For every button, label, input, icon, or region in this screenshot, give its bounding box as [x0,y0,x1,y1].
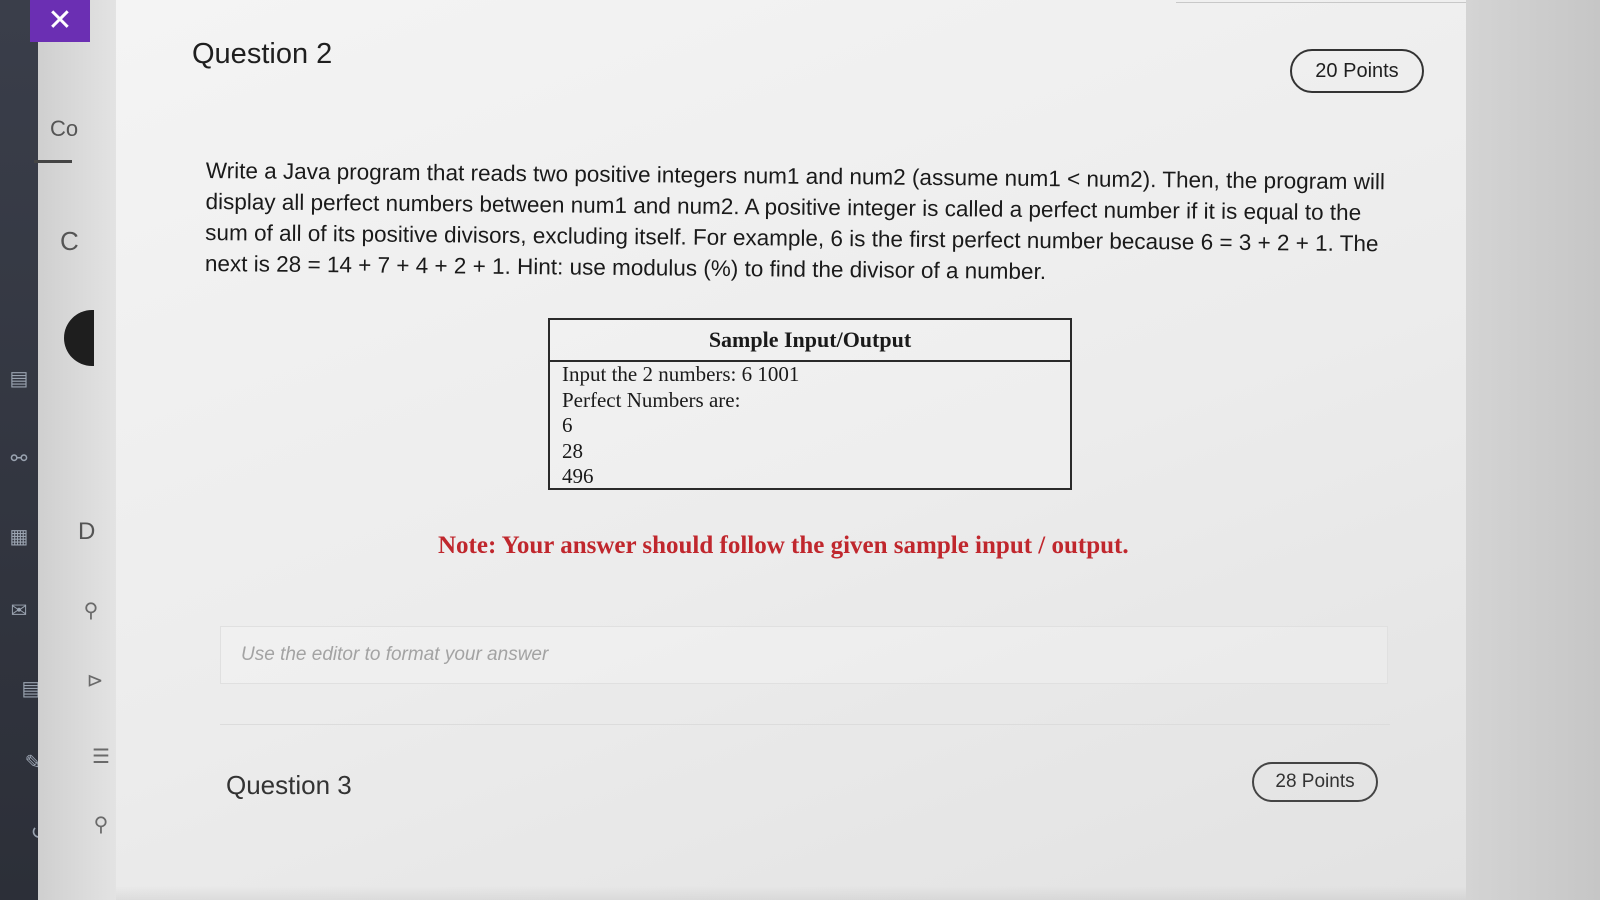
sample-io-body: Input the 2 numbers: 6 1001 Perfect Numb… [550,362,1070,490]
person-icon[interactable]: ⚲ [78,598,104,622]
sample-line: Input the 2 numbers: 6 1001 [562,362,800,386]
quiz-content: Question 2 20 Points Write a Java progra… [116,0,1486,900]
users-icon[interactable]: ⚯ [6,446,32,470]
question-divider [220,724,1390,725]
people-icon[interactable]: ⚲ [88,812,114,836]
active-nav-indicator [34,160,72,163]
answer-format-note: Note: Your answer should follow the give… [438,532,1129,559]
sample-io-table: Sample Input/Output Input the 2 numbers:… [548,318,1072,490]
question-2-prompt: Write a Java program that reads two posi… [204,157,1386,285]
sample-line: 6 [562,413,573,437]
left-navigation-rail: ▤ ⚯ ▦ ✉ ▤ ✎ ↺ [0,0,47,900]
answer-editor[interactable] [220,626,1388,684]
sample-line: 496 [562,464,594,488]
sample-line: 28 [562,438,583,463]
question-3-points-badge: 28 Points [1252,762,1378,802]
question-3-title: Question 3 [226,770,352,800]
top-divider [1176,2,1486,3]
calendar-icon[interactable]: ▦ [6,524,32,548]
question-2-points-badge: 20 Points [1290,49,1424,93]
form-icon[interactable]: ▤ [6,366,32,390]
mail-icon[interactable]: ✉ [6,598,32,622]
secondary-navigation-rail: Co C D ⚲ ⊳ ☰ ⚲ [38,0,117,900]
close-icon: ✕ [47,4,73,37]
answer-input[interactable] [221,627,1387,683]
nav-label-co[interactable]: Co [50,116,78,142]
nav-label-c[interactable]: C [60,226,79,257]
nav-label-d[interactable]: D [78,518,95,546]
question-2-title: Question 2 [192,38,333,70]
bottom-fade [116,886,1466,900]
list-icon[interactable]: ☰ [88,744,114,768]
sample-io-heading: Sample Input/Output [550,320,1070,362]
sample-line: Perfect Numbers are: [562,387,741,412]
expand-icon[interactable]: ⊳ [82,668,108,692]
right-margin [1466,0,1600,900]
close-button[interactable]: ✕ [30,0,90,42]
